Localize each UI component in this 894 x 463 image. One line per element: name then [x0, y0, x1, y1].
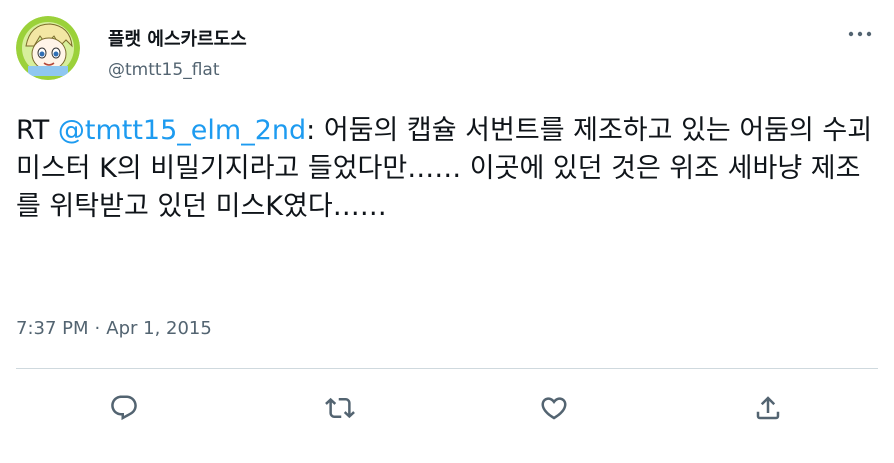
tweet-time: 7:37 PM: [16, 318, 89, 339]
retweet-icon: [325, 397, 355, 419]
more-dots-icon: [848, 31, 872, 37]
timestamp-separator: ·: [94, 318, 101, 339]
reply-icon: [111, 395, 137, 421]
more-options-button[interactable]: [842, 20, 878, 48]
anime-character-avatar-icon: [16, 16, 80, 80]
retweet-prefix: RT: [16, 115, 58, 146]
display-name[interactable]: 플랫 에스카르도스: [108, 25, 247, 51]
like-button[interactable]: [534, 388, 574, 428]
tweet-timestamp[interactable]: 7:37 PM · Apr 1, 2015: [16, 318, 212, 339]
avatar[interactable]: [16, 16, 80, 80]
tweet-date: Apr 1, 2015: [106, 318, 212, 339]
heart-icon: [541, 397, 567, 420]
share-icon: [756, 396, 780, 420]
share-button[interactable]: [748, 388, 788, 428]
divider: [16, 368, 878, 369]
mention-link[interactable]: @tmtt15_elm_2nd: [58, 115, 306, 146]
user-handle[interactable]: @tmtt15_flat: [108, 60, 219, 80]
reply-button[interactable]: [104, 388, 144, 428]
tweet-text: RT @tmtt15_elm_2nd: 어둠의 캡슐 서번트를 제조하고 있는 …: [16, 112, 878, 226]
retweet-button[interactable]: [320, 388, 360, 428]
